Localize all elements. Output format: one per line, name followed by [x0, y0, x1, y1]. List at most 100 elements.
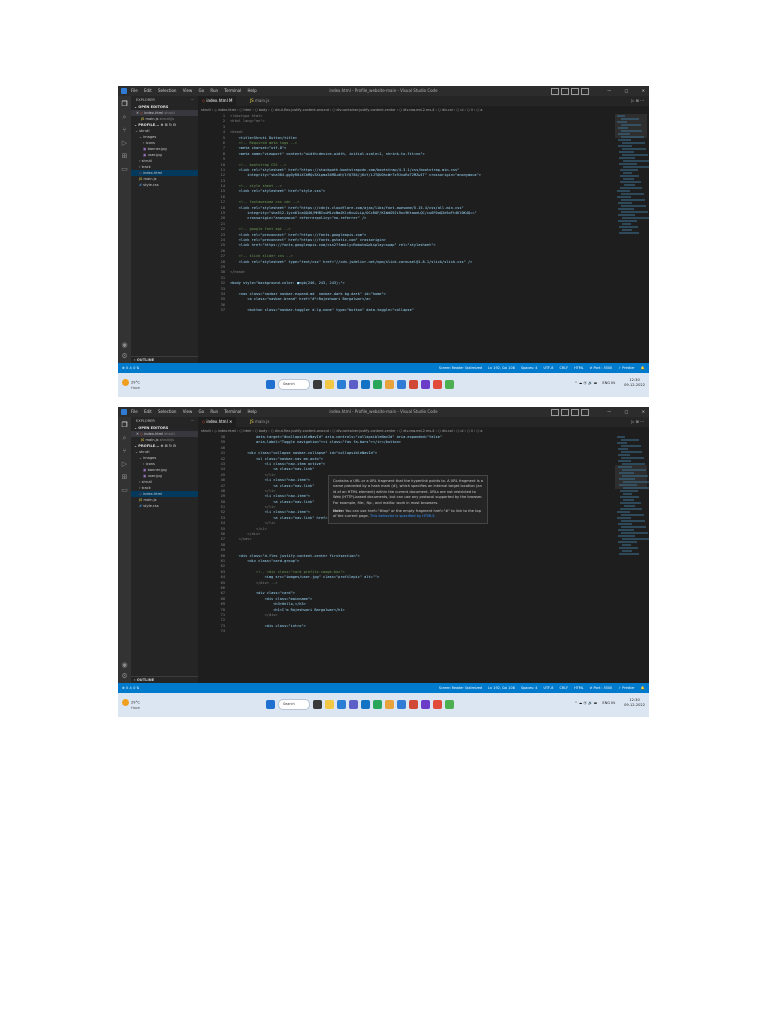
teams-icon[interactable] — [349, 380, 358, 389]
code-editor[interactable]: 38 39 40 41 42 43 44 45 46 47 48 49 50 51 52 53 54 55 56 57… — [198, 435, 615, 683]
explorer-icon[interactable]: ❐ — [121, 101, 128, 108]
code-lines[interactable]: data-target="#collapsibleNavId" aria-con… — [230, 435, 615, 683]
new-file-icon[interactable]: ⊕ ⊞ ↻ ⊟ — [161, 123, 176, 127]
clock[interactable]: 12:30 09-12-2022 — [620, 378, 645, 388]
tab-index-html[interactable]: ◇ index.html M — [198, 96, 237, 106]
close-editor-icon[interactable]: ✕ — [136, 111, 139, 115]
toggle-panel-icon[interactable] — [561, 409, 569, 416]
chrome-icon[interactable] — [373, 700, 382, 709]
app-icon-2[interactable] — [421, 380, 430, 389]
live-server-port[interactable]: ⊘ Port : 5500 — [590, 366, 613, 370]
minimize-button[interactable]: — — [607, 88, 611, 93]
live-server-port[interactable]: ⊘ Port : 5500 — [590, 686, 613, 690]
encoding-status[interactable]: UTF-8 — [544, 366, 554, 370]
file-explorer-icon[interactable] — [325, 700, 334, 709]
file-explorer-icon[interactable] — [325, 380, 334, 389]
mail-icon[interactable] — [361, 700, 370, 709]
close-editor-icon[interactable]: ✕ — [136, 432, 139, 436]
close-window-button[interactable]: ✕ — [642, 88, 645, 93]
taskbar-search[interactable]: Search — [278, 379, 310, 390]
toggle-sidebar-icon[interactable] — [551, 409, 559, 416]
photos-icon[interactable] — [385, 700, 394, 709]
explorer-icon[interactable]: ❐ — [121, 422, 128, 429]
mail-icon[interactable] — [361, 380, 370, 389]
remote-explorer-icon[interactable]: ▭ — [121, 487, 128, 494]
tree-file-style-css[interactable]: # style.css — [131, 182, 198, 188]
indentation-status[interactable]: Spaces: 4 — [521, 686, 537, 690]
toggle-panel-icon[interactable] — [561, 88, 569, 95]
clock[interactable]: 12:30 09-12-2022 — [620, 698, 645, 708]
toggle-secondary-sidebar-icon[interactable] — [571, 88, 579, 95]
code-editor[interactable]: 1 2 3 4 5 6 7 8 9 10 11 12 13 14 15 16 17 18 19 20 21 22 23 24 2… — [198, 114, 615, 363]
outline-section[interactable]: › OUTLINE — [131, 676, 198, 683]
tab-main-js[interactable]: JS main.js — [246, 417, 273, 427]
notifications-bell-icon[interactable]: 🔔 — [641, 686, 645, 690]
prettier-status[interactable]: ✓ Prettier — [618, 366, 634, 370]
app-icon-2[interactable] — [421, 700, 430, 709]
minimap[interactable] — [615, 435, 649, 683]
prettier-status[interactable]: ✓ Prettier — [618, 686, 634, 690]
notifications-bell-icon[interactable]: 🔔 — [641, 366, 645, 370]
extensions-icon[interactable]: ⊞ — [121, 153, 128, 160]
minimap[interactable] — [615, 114, 649, 363]
account-icon[interactable]: ◉ — [121, 342, 128, 349]
edge-icon[interactable] — [337, 700, 346, 709]
screen-reader-status[interactable]: Screen Reader Optimized — [439, 366, 482, 370]
task-view-icon[interactable] — [313, 700, 322, 709]
language-mode[interactable]: HTML — [574, 366, 583, 370]
new-file-icon[interactable]: ⊕ ⊞ ↻ ⊟ — [161, 444, 176, 448]
weather-widget[interactable]: 29°C Haze — [122, 699, 140, 710]
app-icon-4[interactable] — [445, 380, 454, 389]
modified-indicator[interactable]: M — [229, 98, 232, 103]
source-control-icon[interactable]: ⑂ — [121, 448, 128, 455]
app-icon-3[interactable] — [433, 700, 442, 709]
app-icon-3[interactable] — [433, 380, 442, 389]
tray-icons[interactable]: ^ ☁ ⦿ 🔊 ▬ — [575, 381, 598, 385]
breadcrumb[interactable]: shruti › ◇ index.html › ⬡ html › ⬡ body … — [198, 427, 649, 435]
manage-gear-icon[interactable]: ⚙ — [121, 673, 128, 680]
chrome-icon[interactable] — [373, 380, 382, 389]
tray-icons[interactable]: ^ ☁ ⦿ 🔊 ▬ — [575, 701, 598, 705]
app-icon-4[interactable] — [445, 700, 454, 709]
breadcrumb[interactable]: shruti › ◇ index.html › ⬡ html › ⬡ body … — [198, 106, 649, 114]
language-mode[interactable]: HTML — [574, 686, 583, 690]
problems-status[interactable]: ⊗ 0 ⚠ 0 ⇅ — [122, 683, 139, 693]
close-window-button[interactable]: ✕ — [642, 409, 645, 414]
code-lines[interactable]: <!doctype html> <html lang="en"> <head> <t… — [230, 114, 615, 363]
editor-actions[interactable]: ▷ ⊞ ··· — [631, 417, 644, 427]
screen-reader-status[interactable]: Screen Reader Optimized — [439, 686, 482, 690]
run-debug-icon[interactable]: ▷ — [121, 461, 128, 468]
extensions-icon[interactable]: ⊞ — [121, 474, 128, 481]
eol-status[interactable]: CRLF — [559, 366, 568, 370]
search-icon[interactable]: ⌕ — [121, 435, 128, 442]
task-view-icon[interactable] — [313, 380, 322, 389]
encoding-status[interactable]: UTF-8 — [544, 686, 554, 690]
photos-icon[interactable] — [385, 380, 394, 389]
windows-start-icon[interactable] — [266, 380, 275, 389]
vscode-taskbar-icon[interactable] — [397, 380, 406, 389]
tree-file-style-css[interactable]: # style.css — [131, 503, 198, 509]
taskbar-search[interactable]: Search — [278, 699, 310, 710]
toggle-secondary-sidebar-icon[interactable] — [571, 409, 579, 416]
code-line[interactable]: <button class="navbar-toggler d-lg-none"… — [230, 308, 615, 313]
manage-gear-icon[interactable]: ⚙ — [121, 353, 128, 360]
close-tab-icon[interactable]: ✕ — [229, 419, 232, 424]
editor-actions[interactable]: ▷ ⊞ ··· — [631, 96, 644, 106]
app-icon[interactable] — [409, 380, 418, 389]
windows-start-icon[interactable] — [266, 700, 275, 709]
tab-index-html[interactable]: ◇ index.html ✕ — [198, 417, 237, 427]
minimize-button[interactable]: — — [607, 409, 611, 414]
customize-layout-icon[interactable] — [581, 409, 589, 416]
customize-layout-icon[interactable] — [581, 88, 589, 95]
weather-widget[interactable]: 29°C Haze — [122, 379, 140, 390]
language-indicator[interactable]: ENG IN — [602, 701, 615, 705]
toggle-sidebar-icon[interactable] — [551, 88, 559, 95]
run-debug-icon[interactable]: ▷ — [121, 140, 128, 147]
outline-section[interactable]: › OUTLINE — [131, 356, 198, 363]
html5-spec-link[interactable]: This behavior is specified by HTML5. — [370, 514, 436, 518]
vscode-taskbar-icon[interactable] — [397, 700, 406, 709]
search-icon[interactable]: ⌕ — [121, 114, 128, 121]
app-icon[interactable] — [409, 700, 418, 709]
edge-icon[interactable] — [337, 380, 346, 389]
maximize-button[interactable]: □ — [625, 409, 629, 414]
